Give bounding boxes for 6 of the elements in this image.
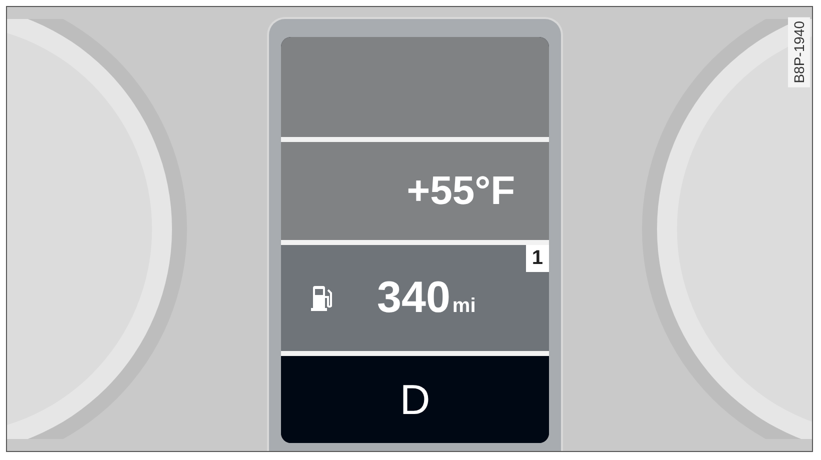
fuel-range: 340 mi (377, 273, 476, 323)
memory-indicator: 1 (526, 245, 549, 272)
outside-temperature: +55°F (406, 168, 515, 214)
gear-indicator: D (400, 376, 430, 424)
figure-code: B8P-1940 (788, 17, 810, 88)
fuel-pump-icon (311, 285, 333, 311)
